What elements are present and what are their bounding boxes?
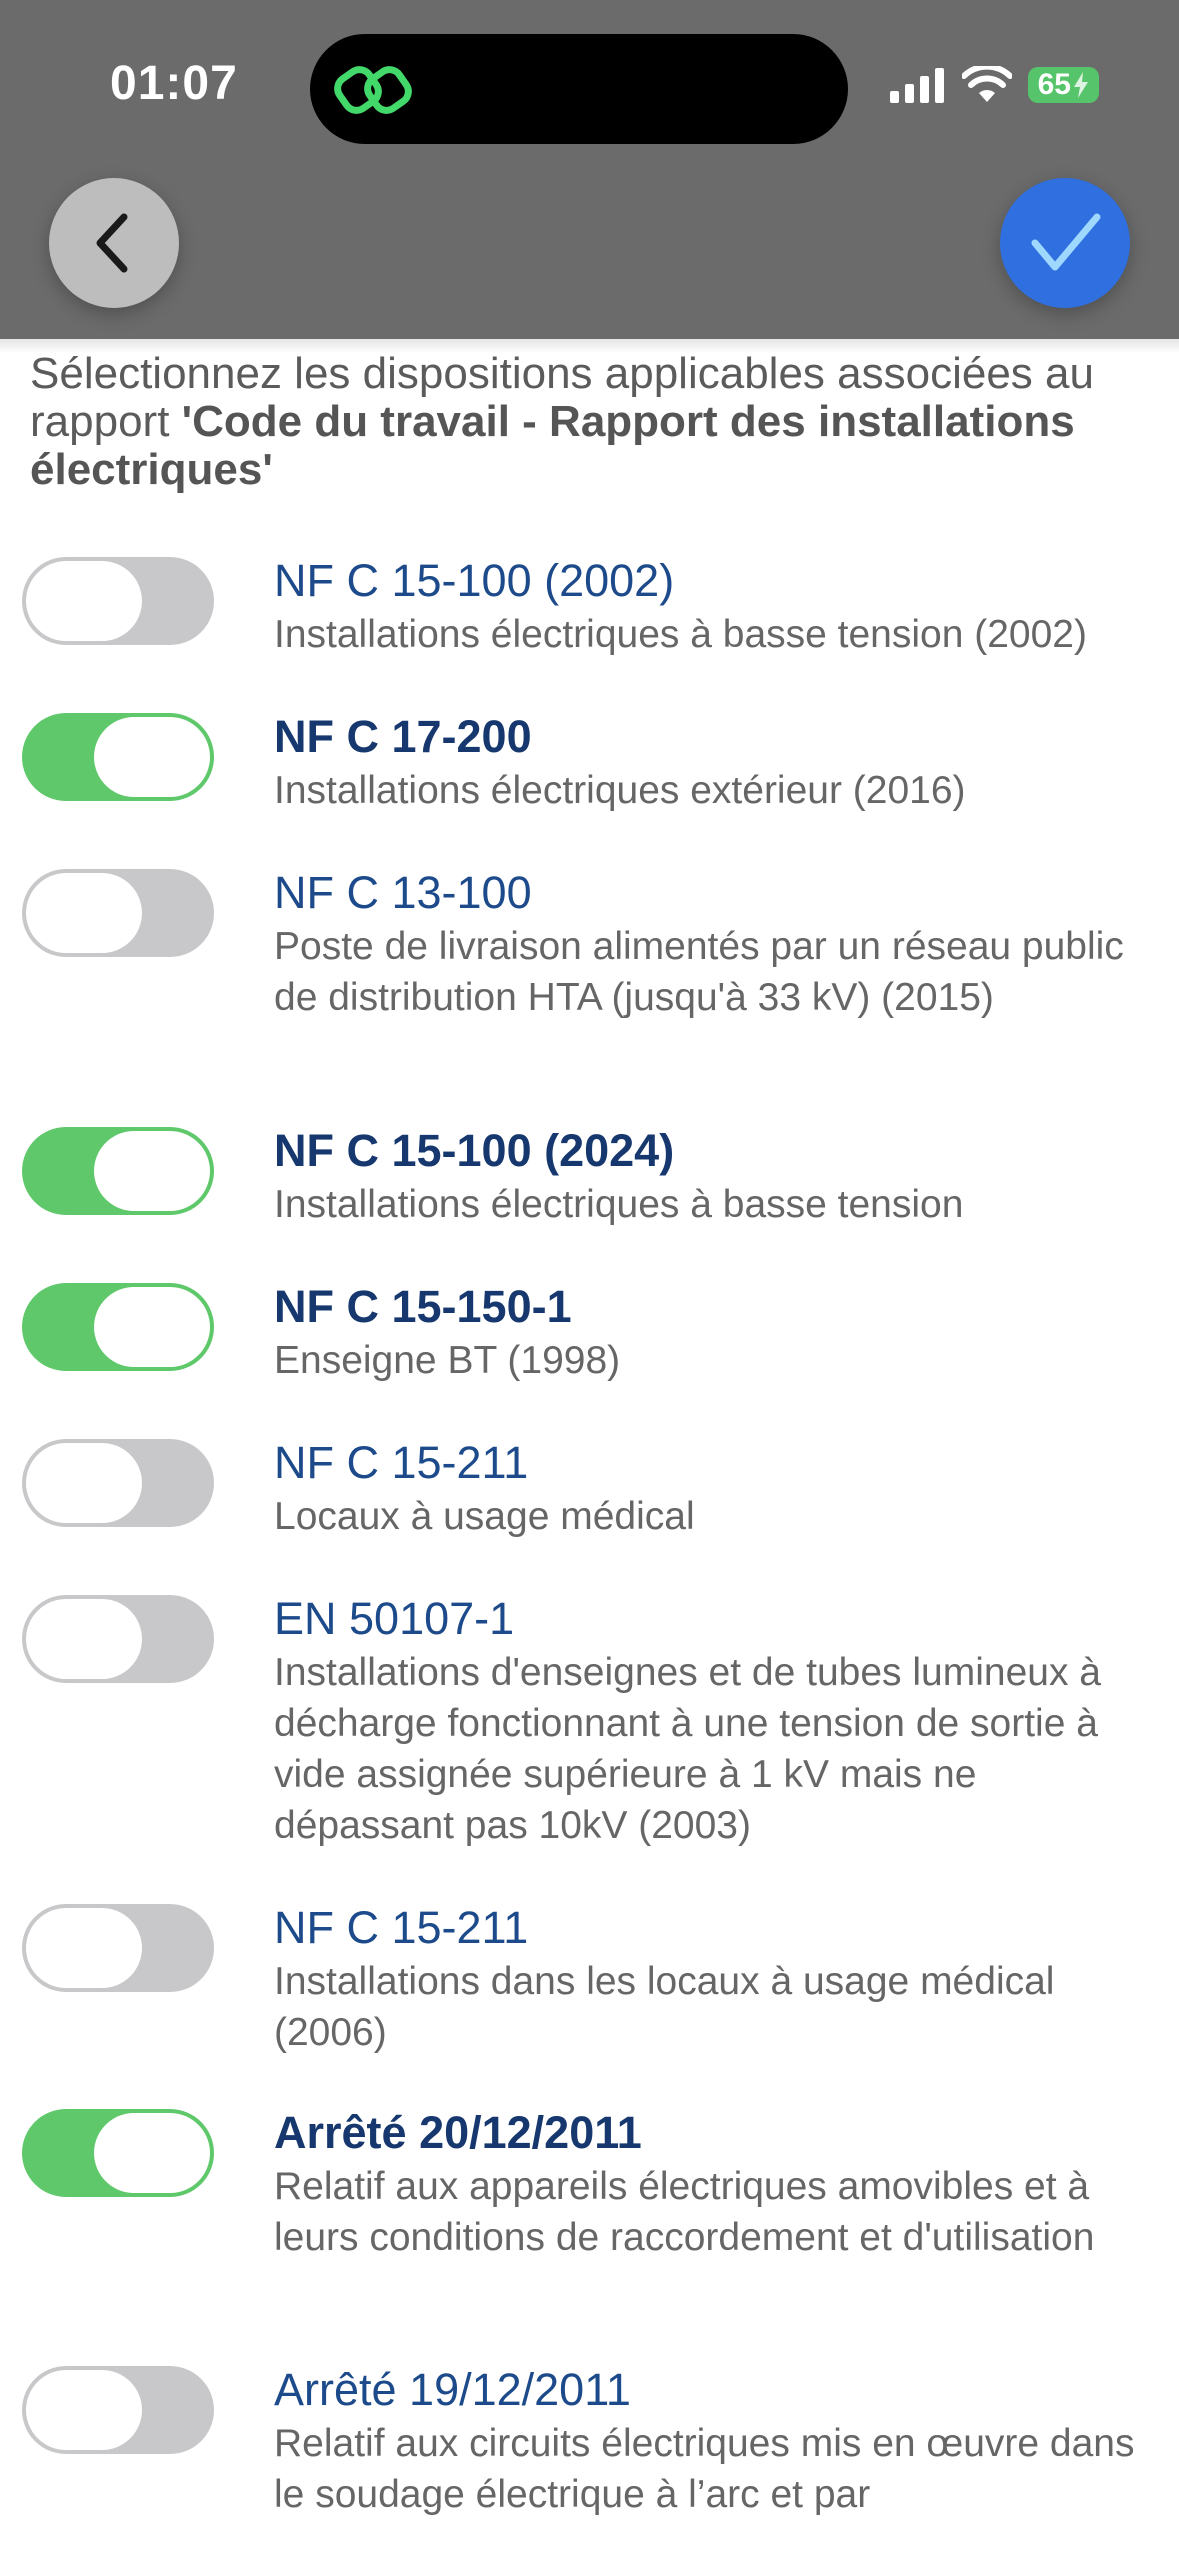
toggle-switch[interactable] xyxy=(22,557,214,645)
item-description: Relatif aux circuits électriques mis en … xyxy=(274,2422,1135,2516)
toggle-switch[interactable] xyxy=(22,1595,214,1683)
wifi-icon xyxy=(961,66,1012,102)
report-name: 'Code du travail - Rapport des installat… xyxy=(30,397,1075,494)
item-description: Relatif aux appareils électriques amovib… xyxy=(274,2165,1095,2259)
item-title: NF C 15-100 (2024) xyxy=(274,1125,675,1176)
item-title: Arrêté 19/12/2011 xyxy=(274,2364,631,2415)
toggle-switch[interactable] xyxy=(22,713,214,801)
item-description: Locaux à usage médical xyxy=(274,1495,695,1538)
item-description: Installations dans les locaux à usage mé… xyxy=(274,1960,1055,2054)
top-bar: 01:07 65 xyxy=(0,0,1179,339)
toggle-knob xyxy=(26,1908,142,1988)
chevron-left-icon xyxy=(96,213,128,273)
item-description: Installations électriques extérieur (201… xyxy=(274,769,966,812)
toggle-knob xyxy=(26,2370,142,2450)
item-description: Installations d'enseignes et de tubes lu… xyxy=(274,1651,1101,1847)
item-title: Arrêté 20/12/2011 xyxy=(274,2107,642,2158)
toggle-switch[interactable] xyxy=(22,869,214,957)
item-title: NF C 15-100 (2002) xyxy=(274,555,675,606)
toggle-switch[interactable] xyxy=(22,1127,214,1215)
toggle-switch[interactable] xyxy=(22,1283,214,1371)
item-title: NF C 15-211 xyxy=(274,1902,529,1953)
checkmark-icon xyxy=(1031,213,1101,271)
toggle-knob xyxy=(94,1287,210,1367)
item-description: Enseigne BT (1998) xyxy=(274,1339,621,1382)
link-chain-icon xyxy=(334,66,412,114)
confirm-button[interactable] xyxy=(1000,178,1130,308)
toggle-switch[interactable] xyxy=(22,2366,214,2454)
status-time: 01:07 xyxy=(110,57,238,110)
item-title: NF C 17-200 xyxy=(274,711,532,762)
status-indicators: 65 xyxy=(889,60,1099,110)
battery-indicator: 65 xyxy=(1027,67,1099,103)
toggle-knob xyxy=(26,1599,142,1679)
battery-level: 65 xyxy=(1037,68,1071,101)
dynamic-island xyxy=(310,34,848,144)
item-title: NF C 15-150-1 xyxy=(274,1281,572,1332)
item-description: Installations électriques à basse tensio… xyxy=(274,613,1087,656)
instruction-text: Sélectionnez les dispositions applicable… xyxy=(30,350,1150,494)
toggle-knob xyxy=(94,1131,210,1211)
item-description: Installations électriques à basse tensio… xyxy=(274,1183,964,1226)
item-description: Poste de livraison alimentés par un rése… xyxy=(274,925,1124,1019)
item-title: NF C 13-100 xyxy=(274,867,532,918)
toggle-knob xyxy=(94,717,210,797)
toggle-switch[interactable] xyxy=(22,1439,214,1527)
back-button[interactable] xyxy=(49,178,179,308)
toggle-knob xyxy=(94,2113,210,2193)
toggle-switch[interactable] xyxy=(22,2109,214,2197)
toggle-knob xyxy=(26,1443,142,1523)
toggle-switch[interactable] xyxy=(22,1904,214,1992)
toggle-knob xyxy=(26,873,142,953)
toggle-knob xyxy=(26,561,142,641)
charging-bolt-icon xyxy=(1074,72,1088,98)
item-title: NF C 15-211 xyxy=(274,1437,529,1488)
cellular-signal-icon xyxy=(889,68,944,103)
item-title: EN 50107-1 xyxy=(274,1593,515,1644)
